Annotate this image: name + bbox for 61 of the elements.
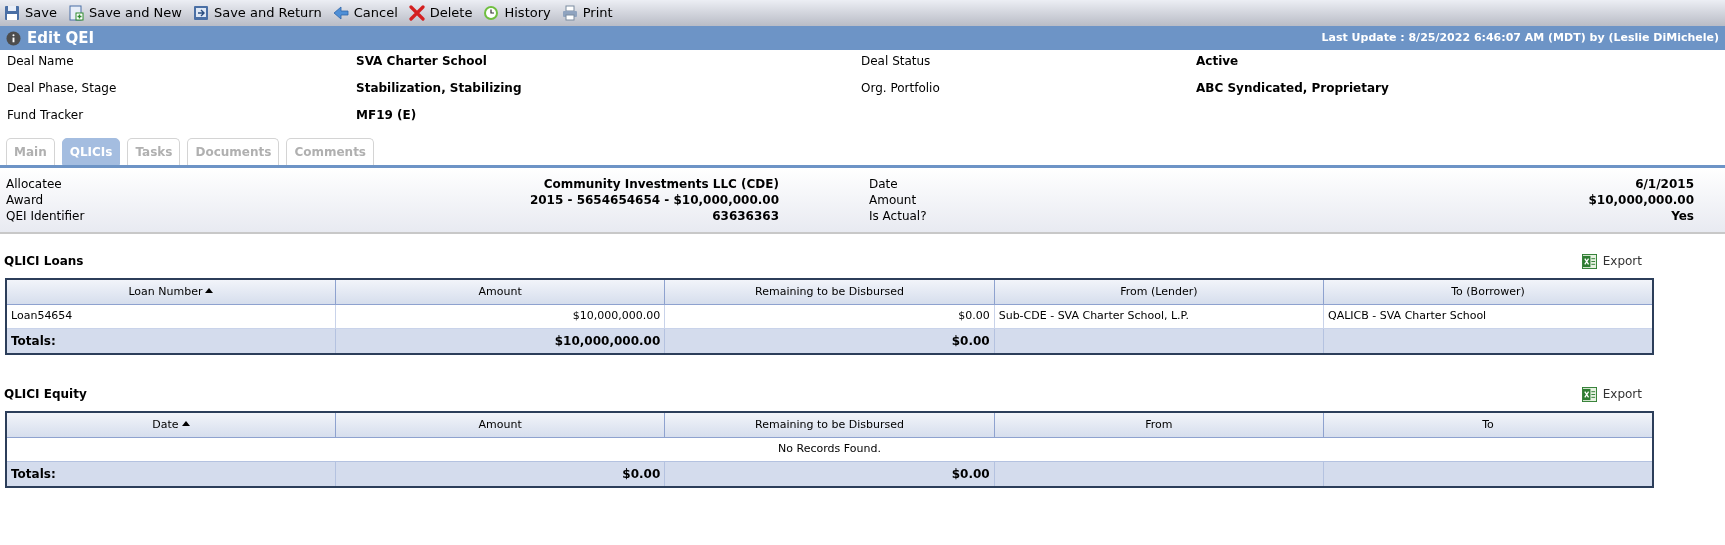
summary-label: Is Actual? bbox=[869, 208, 927, 224]
field-value: SVA Charter School bbox=[356, 53, 488, 70]
export-link[interactable]: Export bbox=[1581, 385, 1642, 403]
clock-icon bbox=[483, 5, 500, 21]
table-cell: Sub-CDE - SVA Charter School, L.P. bbox=[994, 304, 1324, 328]
sort-ascending-icon bbox=[205, 287, 214, 293]
info-icon bbox=[6, 30, 21, 46]
column-header[interactable]: From bbox=[994, 412, 1324, 437]
toolbar-button[interactable]: Save and Return bbox=[192, 3, 322, 23]
spreadsheet-icon bbox=[1581, 253, 1597, 269]
totals-cell: $0.00 bbox=[335, 461, 665, 487]
field-value: Active bbox=[1196, 53, 1240, 70]
summary-label: Allocatee bbox=[6, 176, 63, 192]
summary-label: QEI Identifier bbox=[6, 208, 85, 224]
summary-value: 6/1/2015 bbox=[1634, 176, 1694, 192]
summary-value: 2015 - 5654654654 - $10,000,000.00 bbox=[528, 192, 779, 208]
last-update-text: Last Update : 8/25/2022 6:46:07 AM (MDT) by (Leslie DiMichele) bbox=[1321, 29, 1719, 46]
field-value: MF19 (E) bbox=[356, 107, 418, 124]
summary-value: Yes bbox=[1670, 208, 1694, 224]
sort-ascending-icon bbox=[181, 420, 190, 426]
summary-value: $10,000,000.00 bbox=[1587, 192, 1694, 208]
toolbar-button[interactable]: Save bbox=[4, 3, 57, 23]
field-value: ABC Syndicated, Proprietary bbox=[1196, 80, 1390, 97]
document-plus-icon bbox=[67, 5, 84, 21]
field-value: Stabilization, Stabilizing bbox=[356, 80, 523, 97]
spreadsheet-icon bbox=[1581, 386, 1597, 402]
left-arrow-icon bbox=[332, 5, 349, 21]
table-cell: $0.00 bbox=[664, 304, 995, 328]
field-label: Deal Status bbox=[861, 53, 932, 70]
column-header[interactable]: Date bbox=[6, 412, 336, 437]
toolbar-button[interactable]: Delete bbox=[408, 3, 473, 23]
toolbar-button[interactable]: History bbox=[483, 3, 551, 23]
toolbar-button[interactable]: Print bbox=[561, 3, 613, 23]
totals-label: Totals: bbox=[6, 461, 336, 487]
field-label: Org. Portfolio bbox=[861, 80, 941, 97]
field-label: Fund Tracker bbox=[7, 107, 85, 124]
toolbar-button[interactable]: Cancel bbox=[332, 3, 398, 23]
printer-icon bbox=[561, 5, 578, 21]
cross-icon bbox=[408, 5, 425, 21]
section-title: QLICI Loans bbox=[4, 253, 84, 270]
column-header[interactable]: Loan Number bbox=[6, 279, 336, 304]
page-title: Edit QEI bbox=[27, 27, 95, 49]
column-header[interactable]: Amount bbox=[335, 279, 665, 304]
column-header[interactable]: Remaining to be Disbursed bbox=[664, 412, 995, 437]
summary-label: Award bbox=[6, 192, 45, 208]
summary-value: Community Investments LLC (CDE) bbox=[542, 176, 779, 192]
field-label: Deal Phase, Stage bbox=[7, 80, 118, 97]
export-link[interactable]: Export bbox=[1581, 252, 1642, 270]
table-cell: Loan54654 bbox=[6, 304, 336, 328]
toolbar-button[interactable]: Save and New bbox=[67, 3, 182, 23]
summary-label: Date bbox=[869, 176, 899, 192]
column-header[interactable]: Remaining to be Disbursed bbox=[664, 279, 995, 304]
field-label: Deal Name bbox=[7, 53, 75, 70]
column-header[interactable]: From (Lender) bbox=[994, 279, 1324, 304]
section-title: QLICI Equity bbox=[4, 386, 87, 403]
summary-label: Amount bbox=[869, 192, 918, 208]
column-header[interactable]: Amount bbox=[335, 412, 665, 437]
summary-value: 63636363 bbox=[711, 208, 779, 224]
empty-message: No Records Found. bbox=[6, 437, 1653, 461]
totals-cell: $0.00 bbox=[664, 461, 995, 487]
table-cell: $10,000,000.00 bbox=[335, 304, 665, 328]
